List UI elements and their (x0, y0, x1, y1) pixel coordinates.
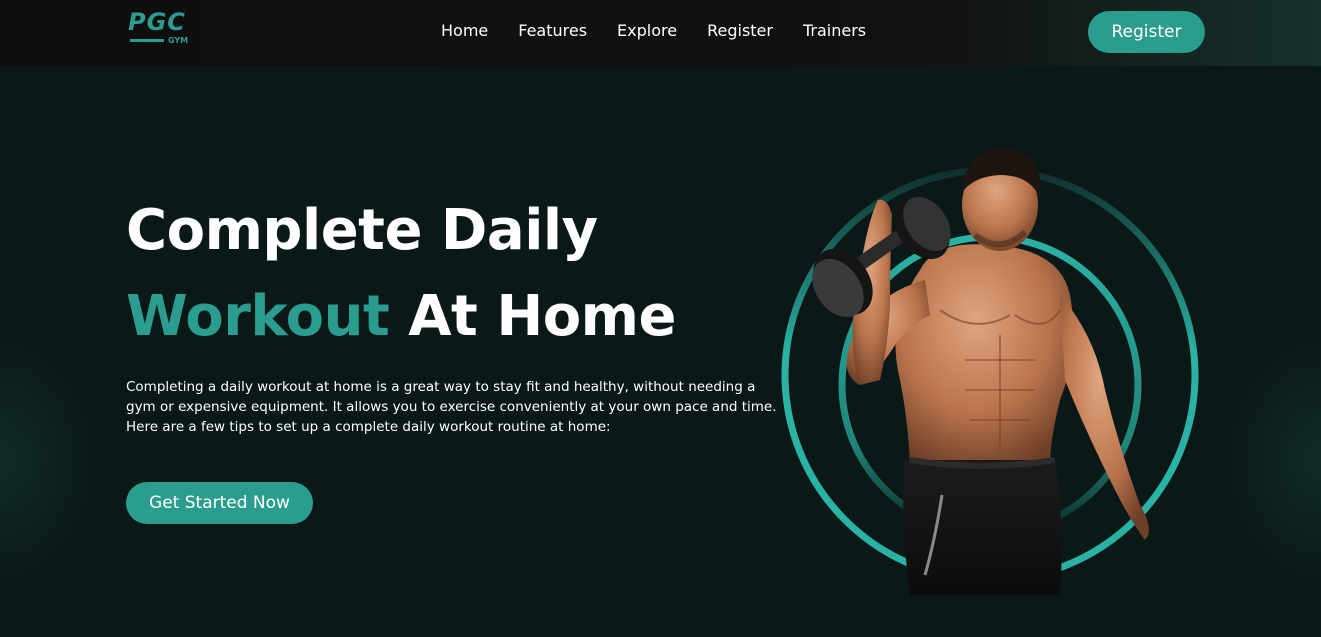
nav-links: Home Features Explore Register Trainers (441, 20, 896, 42)
hero-title-line1: Complete Daily (126, 198, 598, 263)
hero-description: Completing a daily workout at home is a … (126, 379, 777, 435)
hero-title: Complete Daily Workout At Home (126, 188, 676, 360)
hero-title-accent: Workout (126, 284, 390, 349)
logo-subtext: GYM (168, 36, 189, 45)
navbar: PGC GYM Home Features Explore Register T… (0, 0, 1321, 66)
logo-text: PGC (128, 8, 186, 36)
man-with-dumbbell-image (781, 148, 1199, 595)
register-button[interactable]: Register (1088, 11, 1205, 53)
nav-link-trainers[interactable]: Trainers (803, 20, 866, 42)
logo-underline (130, 39, 164, 42)
nav-link-features[interactable]: Features (518, 20, 587, 42)
nav-link-home[interactable]: Home (441, 20, 488, 42)
nav-link-register[interactable]: Register (707, 20, 773, 42)
get-started-button[interactable]: Get Started Now (126, 482, 313, 524)
logo[interactable]: PGC GYM (128, 8, 198, 50)
page: PGC GYM Home Features Explore Register T… (0, 0, 1321, 637)
hero-title-rest: At Home (389, 284, 676, 349)
nav-link-explore[interactable]: Explore (617, 20, 677, 42)
